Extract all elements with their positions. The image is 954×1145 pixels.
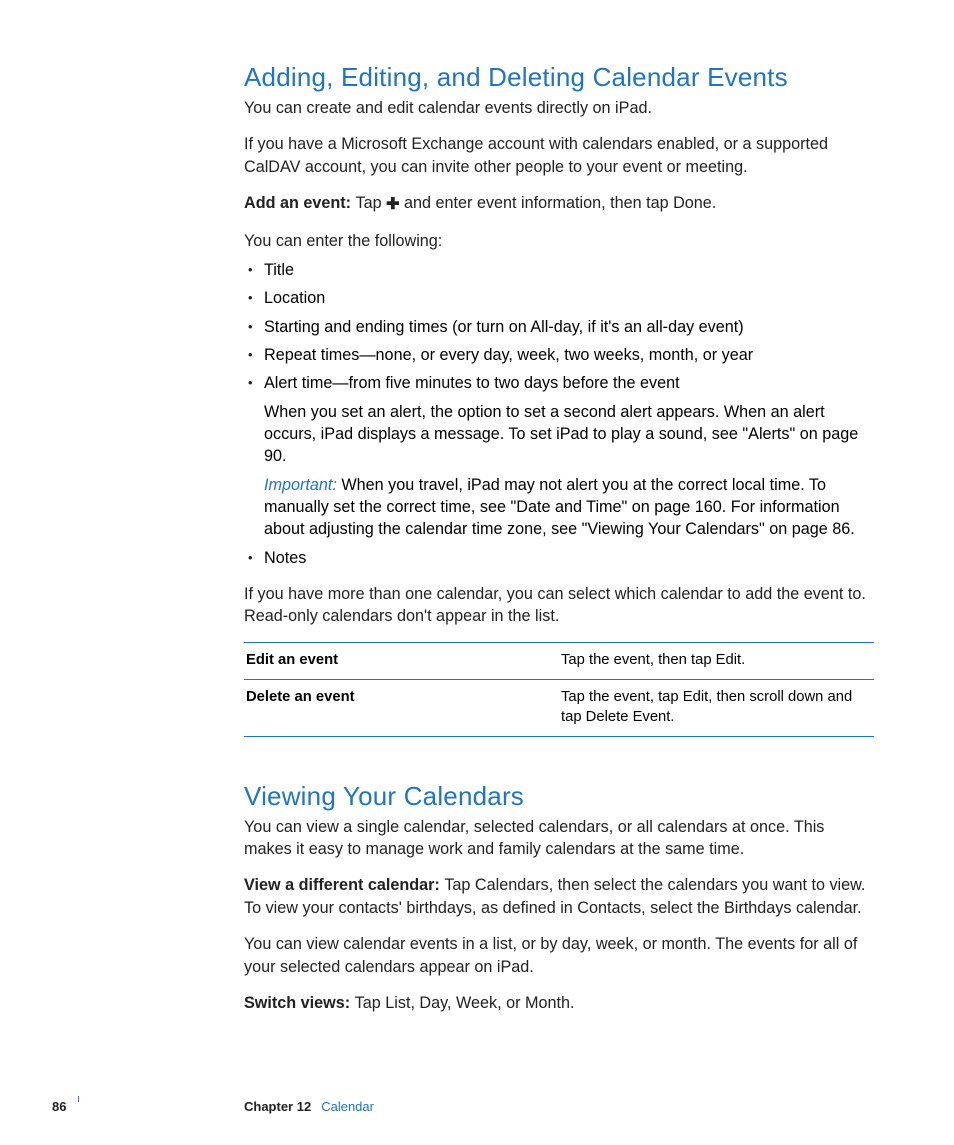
add-event-line: Add an event: Tap ✚ and enter event info… bbox=[244, 192, 874, 214]
table-cell-value: Tap the event, tap Edit, then scroll dow… bbox=[559, 679, 874, 736]
table-cell-value: Tap the event, then tap Edit. bbox=[559, 642, 874, 679]
body-text: If you have more than one calendar, you … bbox=[244, 583, 874, 628]
footer-divider bbox=[78, 1096, 79, 1102]
important-text: When you travel, iPad may not alert you … bbox=[264, 476, 855, 539]
list-item-text: Alert time—from five minutes to two days… bbox=[264, 374, 680, 392]
list-item: Alert time—from five minutes to two days… bbox=[244, 372, 874, 541]
switch-views-text: Tap List, Day, Week, or Month. bbox=[355, 994, 575, 1012]
list-item: Location bbox=[244, 287, 874, 309]
table-cell-label: Delete an event bbox=[244, 679, 559, 736]
add-event-pre: Tap bbox=[356, 194, 387, 212]
chapter-breadcrumb: Chapter 12 Calendar bbox=[244, 1099, 374, 1114]
list-item: Starting and ending times (or turn on Al… bbox=[244, 316, 874, 338]
table-cell-label: Edit an event bbox=[244, 642, 559, 679]
important-note: Important: When you travel, iPad may not… bbox=[264, 474, 874, 541]
table-row: Edit an event Tap the event, then tap Ed… bbox=[244, 642, 874, 679]
add-event-label: Add an event: bbox=[244, 194, 356, 212]
body-text: You can view a single calendar, selected… bbox=[244, 816, 874, 861]
page: Adding, Editing, and Deleting Calendar E… bbox=[0, 0, 954, 1145]
plus-icon: ✚ bbox=[386, 197, 399, 213]
event-fields-list: Title Location Starting and ending times… bbox=[244, 259, 874, 569]
list-item: Title bbox=[244, 259, 874, 281]
body-text: You can view calendar events in a list, … bbox=[244, 933, 874, 978]
list-item: Repeat times—none, or every day, week, t… bbox=[244, 344, 874, 366]
heading-adding-editing: Adding, Editing, and Deleting Calendar E… bbox=[244, 62, 874, 93]
alert-note: When you set an alert, the option to set… bbox=[264, 401, 874, 468]
heading-viewing-calendars: Viewing Your Calendars bbox=[244, 781, 874, 812]
table-row: Delete an event Tap the event, tap Edit,… bbox=[244, 679, 874, 736]
switch-views-line: Switch views: Tap List, Day, Week, or Mo… bbox=[244, 992, 874, 1014]
body-text: If you have a Microsoft Exchange account… bbox=[244, 133, 874, 178]
chapter-name: Calendar bbox=[321, 1099, 374, 1114]
page-number: 86 bbox=[52, 1099, 66, 1114]
edit-delete-table: Edit an event Tap the event, then tap Ed… bbox=[244, 642, 874, 737]
list-item: Notes bbox=[244, 547, 874, 569]
switch-views-label: Switch views: bbox=[244, 994, 355, 1012]
important-label: Important: bbox=[264, 476, 341, 494]
enter-intro: You can enter the following: bbox=[244, 230, 874, 252]
add-event-post: and enter event information, then tap Do… bbox=[400, 194, 717, 212]
view-calendar-line: View a different calendar: Tap Calendars… bbox=[244, 874, 874, 919]
view-calendar-label: View a different calendar: bbox=[244, 876, 444, 894]
body-text: You can create and edit calendar events … bbox=[244, 97, 874, 119]
chapter-label: Chapter 12 bbox=[244, 1099, 311, 1114]
